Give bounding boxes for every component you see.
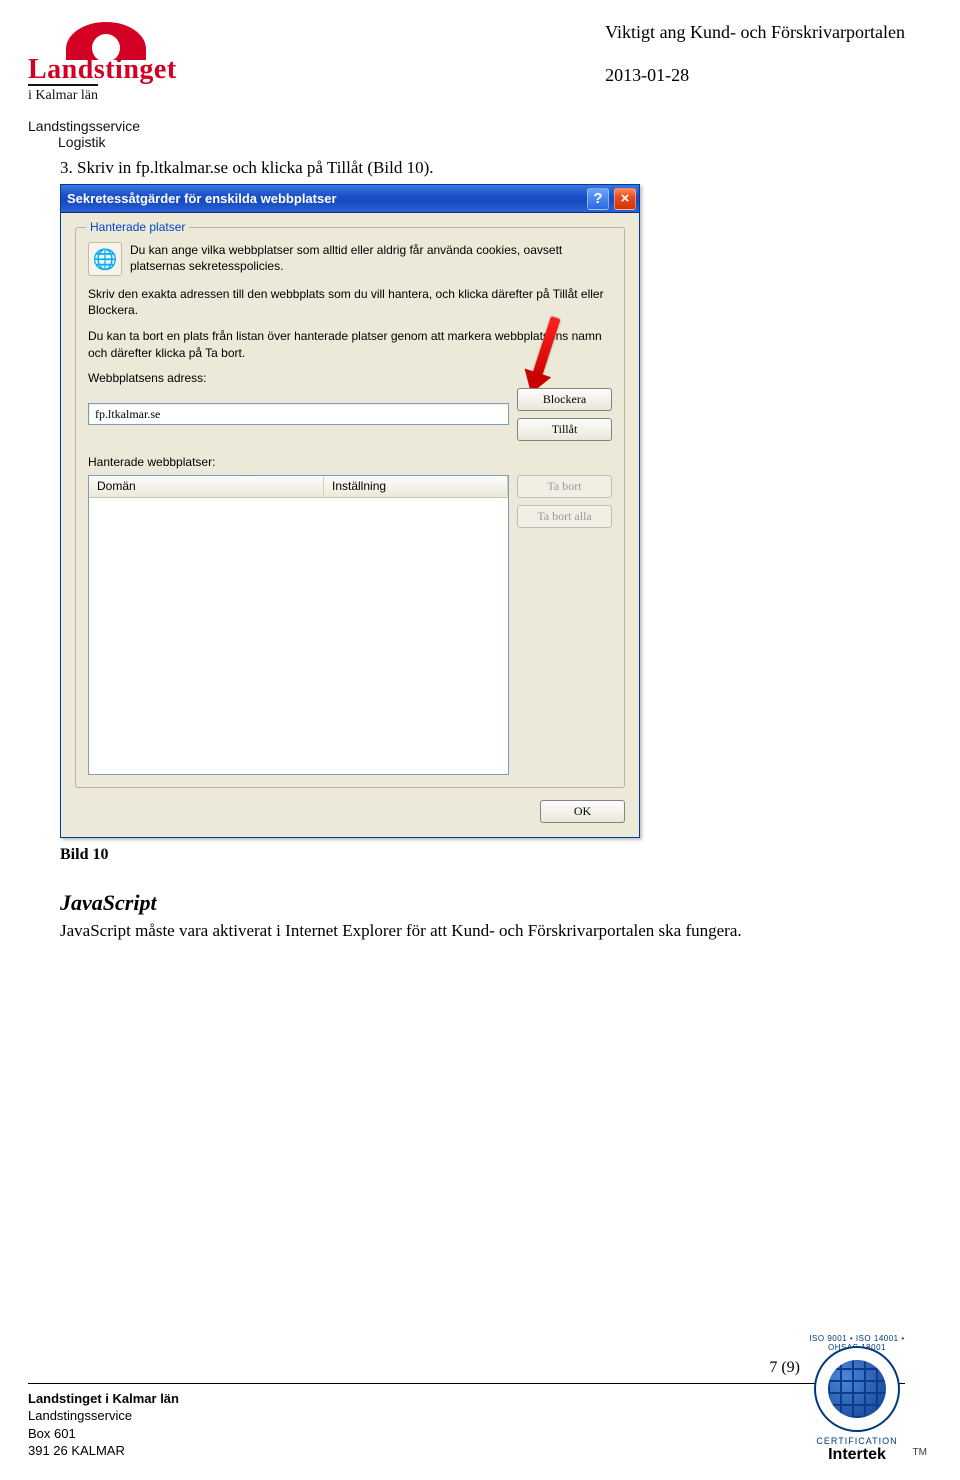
column-setting[interactable]: Inställning xyxy=(324,476,508,497)
sites-cookie-icon: 🌐 xyxy=(88,242,122,276)
page-number: 7 (9) xyxy=(769,1359,800,1377)
globe-icon xyxy=(828,1360,886,1418)
footer-dept: Landstingsservice xyxy=(28,1407,905,1425)
dialog-para-1: Skriv den exakta adressen till den webbp… xyxy=(88,286,612,318)
logo-arc-icon xyxy=(66,22,146,60)
managed-sites-label: Hanterade webbplatser: xyxy=(88,455,612,469)
list-header: Domän Inställning xyxy=(89,476,508,498)
managed-sites-group: Hanterade platser 🌐 Du kan ange vilka we… xyxy=(75,227,625,788)
remove-button-label: Ta bort xyxy=(547,479,581,494)
footer-box: Box 601 xyxy=(28,1425,905,1443)
logo-subtext: i Kalmar län xyxy=(28,84,98,104)
footer-city: 391 26 KALMAR xyxy=(28,1442,905,1460)
ok-button-label: OK xyxy=(574,804,591,819)
group-legend: Hanterade platser xyxy=(86,220,189,234)
trademark-symbol: TM xyxy=(913,1447,927,1458)
help-icon: ? xyxy=(593,190,602,207)
close-icon: × xyxy=(621,190,630,207)
block-button-label: Blockera xyxy=(543,392,586,407)
address-label: Webbplatsens adress: xyxy=(88,371,612,385)
privacy-dialog: Sekretessåtgärder för enskilda webbplats… xyxy=(60,184,640,838)
doc-title: Viktigt ang Kund- och Förskrivarportalen xyxy=(605,22,905,43)
cert-ring-icon xyxy=(814,1346,900,1432)
allow-button[interactable]: Tillåt xyxy=(517,418,612,441)
dialog-para-2: Du kan ta bort en plats från listan över… xyxy=(88,328,612,360)
managed-sites-list[interactable]: Domän Inställning xyxy=(88,475,509,775)
column-domain[interactable]: Domän xyxy=(89,476,324,497)
javascript-paragraph: JavaScript måste vara aktiverat i Intern… xyxy=(60,920,905,943)
intro-text: Du kan ange vilka webbplatser som alltid… xyxy=(130,242,612,276)
dept-line-1: Landstingsservice xyxy=(28,118,218,134)
javascript-heading: JavaScript xyxy=(60,890,905,916)
remove-all-button: Ta bort alla xyxy=(517,505,612,528)
footer-divider xyxy=(28,1383,905,1384)
allow-button-label: Tillåt xyxy=(552,422,578,437)
doc-date: 2013-01-28 xyxy=(605,65,905,86)
cert-issuer: Intertek xyxy=(809,1446,905,1464)
footer-org: Landstinget i Kalmar län xyxy=(28,1390,905,1408)
figure-caption: Bild 10 xyxy=(60,846,905,864)
dialog-titlebar[interactable]: Sekretessåtgärder för enskilda webbplats… xyxy=(61,185,639,213)
dialog-title: Sekretessåtgärder för enskilda webbplats… xyxy=(67,191,337,206)
close-button[interactable]: × xyxy=(614,188,636,210)
website-address-input[interactable] xyxy=(88,403,509,425)
instruction-step-3: 3. Skriv in fp.ltkalmar.se och klicka på… xyxy=(60,158,905,178)
org-logo: Landstinget i Kalmar län Landstingsservi… xyxy=(28,22,218,150)
remove-all-button-label: Ta bort alla xyxy=(537,509,591,524)
remove-button: Ta bort xyxy=(517,475,612,498)
ok-button[interactable]: OK xyxy=(540,800,625,823)
block-button[interactable]: Blockera xyxy=(517,388,612,411)
dept-line-2: Logistik xyxy=(28,134,218,150)
help-button[interactable]: ? xyxy=(587,188,609,210)
certification-badge: ISO 9001 • ISO 14001 • OHSAS 18001 CERTI… xyxy=(809,1346,905,1464)
cert-label: CERTIFICATION xyxy=(809,1436,905,1446)
